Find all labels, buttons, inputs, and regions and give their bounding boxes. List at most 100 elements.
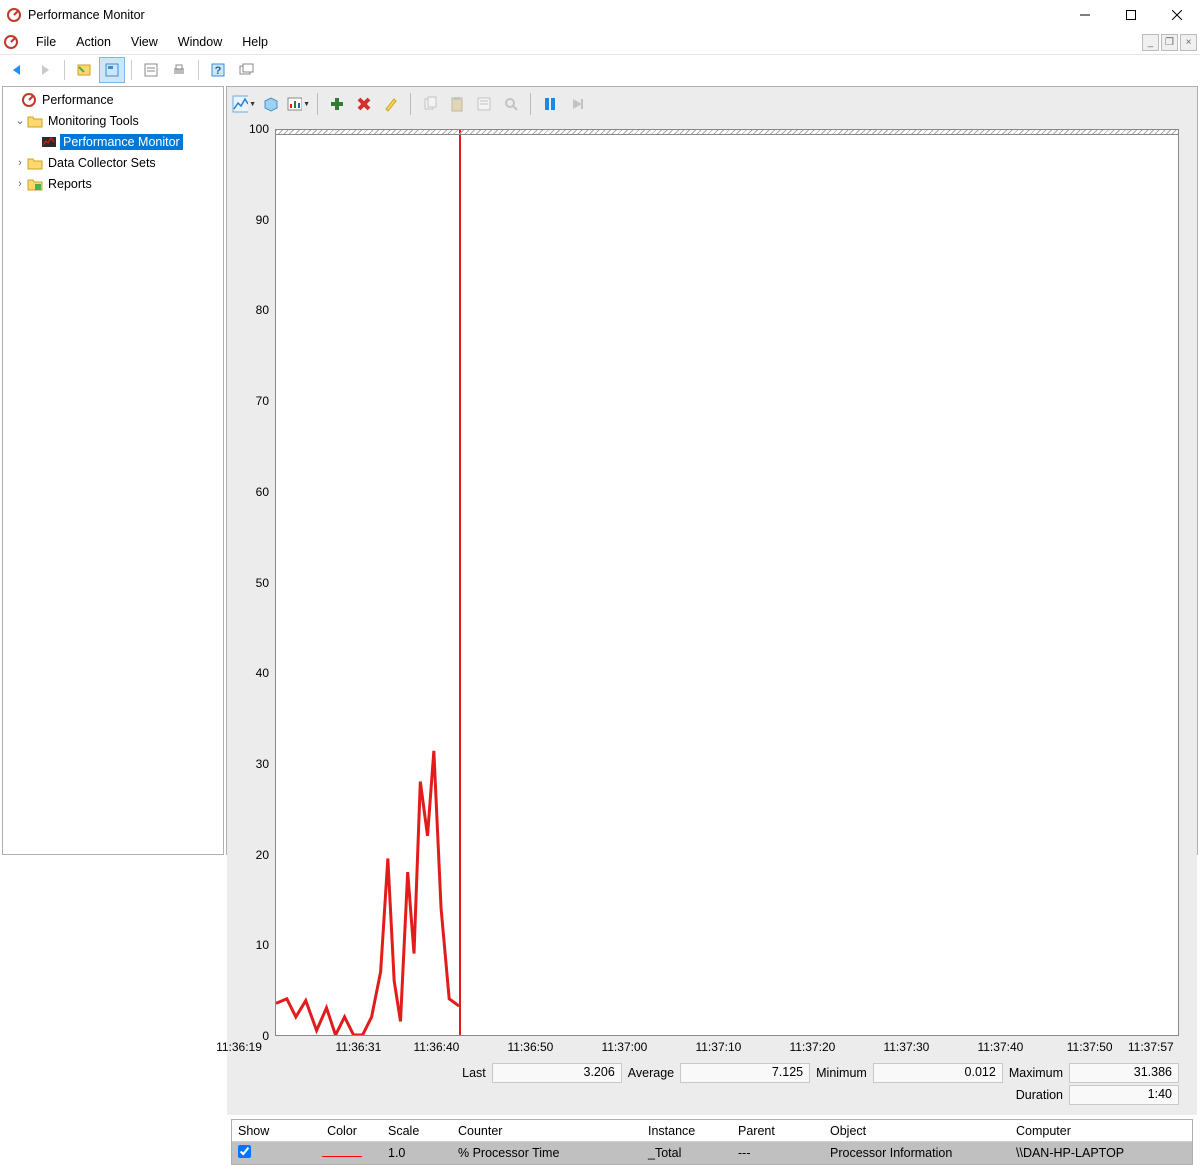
y-tick: 60 xyxy=(256,485,269,499)
x-tick: 11:36:40 xyxy=(413,1040,459,1054)
expand-toggle-icon[interactable]: › xyxy=(13,178,27,190)
tree-node-data-collector-sets[interactable]: › Data Collector Sets xyxy=(3,152,223,173)
menu-window[interactable]: Window xyxy=(168,32,232,52)
menu-help[interactable]: Help xyxy=(232,32,278,52)
performance-icon xyxy=(21,92,37,108)
col-object[interactable]: Object xyxy=(824,1122,1010,1140)
col-computer[interactable]: Computer xyxy=(1010,1122,1192,1140)
tree-node-reports[interactable]: › Reports xyxy=(3,173,223,194)
forward-button[interactable] xyxy=(32,57,58,83)
chart-area: 0102030405060708090100 11:36:1911:36:311… xyxy=(227,121,1197,1115)
display-type-button[interactable]: ▼ xyxy=(285,91,311,117)
svg-text:?: ? xyxy=(215,65,222,77)
y-axis: 0102030405060708090100 xyxy=(239,129,275,1036)
mdi-close-button[interactable]: × xyxy=(1180,34,1197,51)
print-button[interactable] xyxy=(166,57,192,83)
menu-action[interactable]: Action xyxy=(66,32,121,52)
folder-icon xyxy=(27,113,43,129)
x-tick: 11:36:50 xyxy=(507,1040,553,1054)
x-axis: 11:36:1911:36:3111:36:4011:36:5011:37:00… xyxy=(239,1040,1179,1058)
stat-last-value: 3.206 xyxy=(492,1063,622,1083)
tree-node-monitoring-tools[interactable]: ⌄ Monitoring Tools xyxy=(3,110,223,131)
col-color[interactable]: Color xyxy=(302,1122,382,1140)
show-checkbox[interactable] xyxy=(238,1145,251,1158)
y-tick: 100 xyxy=(249,122,269,136)
stat-last-label: Last xyxy=(462,1066,486,1080)
x-tick: 11:37:00 xyxy=(601,1040,647,1054)
copy-button[interactable] xyxy=(417,91,443,117)
menu-file[interactable]: File xyxy=(26,32,66,52)
freeze-button[interactable] xyxy=(537,91,563,117)
mdi-minimize-button[interactable]: _ xyxy=(1142,34,1159,51)
stats-row-2: Duration 1:40 xyxy=(239,1085,1179,1111)
highlight-button[interactable] xyxy=(378,91,404,117)
counter-legend[interactable]: Show Color Scale Counter Instance Parent… xyxy=(231,1119,1193,1165)
stat-dur-value: 1:40 xyxy=(1069,1085,1179,1105)
delete-counter-button[interactable] xyxy=(351,91,377,117)
mdi-window-controls: _ ❐ × xyxy=(1142,34,1200,51)
x-tick: 11:37:50 xyxy=(1067,1040,1113,1054)
close-button[interactable] xyxy=(1154,0,1200,30)
y-tick: 50 xyxy=(256,576,269,590)
view-chart-button[interactable]: ▼ xyxy=(231,91,257,117)
chart-svg xyxy=(276,130,1178,1035)
tree-node-performance-monitor[interactable]: Performance Monitor xyxy=(3,131,223,152)
col-show[interactable]: Show xyxy=(232,1122,302,1140)
x-tick: 11:37:20 xyxy=(789,1040,835,1054)
properties-counter-button[interactable] xyxy=(471,91,497,117)
chart-plot[interactable] xyxy=(275,129,1179,1036)
help-button[interactable]: ? xyxy=(205,57,231,83)
show-hide-tree-button[interactable] xyxy=(71,57,97,83)
expand-toggle-icon[interactable]: › xyxy=(13,157,27,169)
window-title: Performance Monitor xyxy=(28,8,145,22)
color-swatch xyxy=(322,1156,362,1157)
plot-hatch xyxy=(275,129,1179,135)
x-tick: 11:37:30 xyxy=(883,1040,929,1054)
back-button[interactable] xyxy=(4,57,30,83)
view-3d-button[interactable] xyxy=(258,91,284,117)
properties-button[interactable] xyxy=(99,57,125,83)
col-parent[interactable]: Parent xyxy=(732,1122,824,1140)
x-tick: 11:37:40 xyxy=(977,1040,1023,1054)
cell-object: Processor Information xyxy=(824,1144,1010,1162)
cell-scale: 1.0 xyxy=(382,1144,452,1162)
minimize-button[interactable] xyxy=(1062,0,1108,30)
result-pane: ▼ ▼ 0102030405060708090100 xyxy=(226,86,1198,855)
mdi-restore-button[interactable]: ❐ xyxy=(1161,34,1178,51)
cell-computer: \\DAN-HP-LAPTOP xyxy=(1010,1144,1192,1162)
expand-toggle-icon[interactable]: ⌄ xyxy=(13,114,27,127)
menu-view[interactable]: View xyxy=(121,32,168,52)
stat-dur-label: Duration xyxy=(1016,1088,1063,1102)
export-button[interactable] xyxy=(138,57,164,83)
cell-instance: _Total xyxy=(642,1144,732,1162)
menu-bar: File Action View Window Help _ ❐ × xyxy=(0,30,1200,54)
maximize-button[interactable] xyxy=(1108,0,1154,30)
col-instance[interactable]: Instance xyxy=(642,1122,732,1140)
y-tick: 40 xyxy=(256,666,269,680)
tree-node-performance[interactable]: Performance xyxy=(3,89,223,110)
update-button[interactable] xyxy=(564,91,590,117)
x-tick: 11:37:10 xyxy=(695,1040,741,1054)
perfmon-toolbar: ▼ ▼ xyxy=(227,87,1197,121)
monitor-icon xyxy=(41,134,57,150)
stat-max-value: 31.386 xyxy=(1069,1063,1179,1083)
console-tree[interactable]: Performance ⌄ Monitoring Tools Performan… xyxy=(2,86,224,855)
mmc-toolbar: ? xyxy=(0,54,1200,84)
stat-max-label: Maximum xyxy=(1009,1066,1063,1080)
folder-green-icon xyxy=(27,176,43,192)
y-tick: 70 xyxy=(256,394,269,408)
legend-row[interactable]: 1.0 % Processor Time _Total --- Processo… xyxy=(232,1142,1192,1164)
col-scale[interactable]: Scale xyxy=(382,1122,452,1140)
new-window-button[interactable] xyxy=(233,57,259,83)
stat-avg-value: 7.125 xyxy=(680,1063,810,1083)
paste-button[interactable] xyxy=(444,91,470,117)
y-tick: 20 xyxy=(256,848,269,862)
legend-header: Show Color Scale Counter Instance Parent… xyxy=(232,1120,1192,1142)
add-counter-button[interactable] xyxy=(324,91,350,117)
stat-avg-label: Average xyxy=(628,1066,674,1080)
x-tick: 11:37:57 xyxy=(1128,1040,1174,1054)
cell-counter: % Processor Time xyxy=(452,1144,642,1162)
mdi-app-icon xyxy=(3,34,19,50)
col-counter[interactable]: Counter xyxy=(452,1122,642,1140)
zoom-button[interactable] xyxy=(498,91,524,117)
